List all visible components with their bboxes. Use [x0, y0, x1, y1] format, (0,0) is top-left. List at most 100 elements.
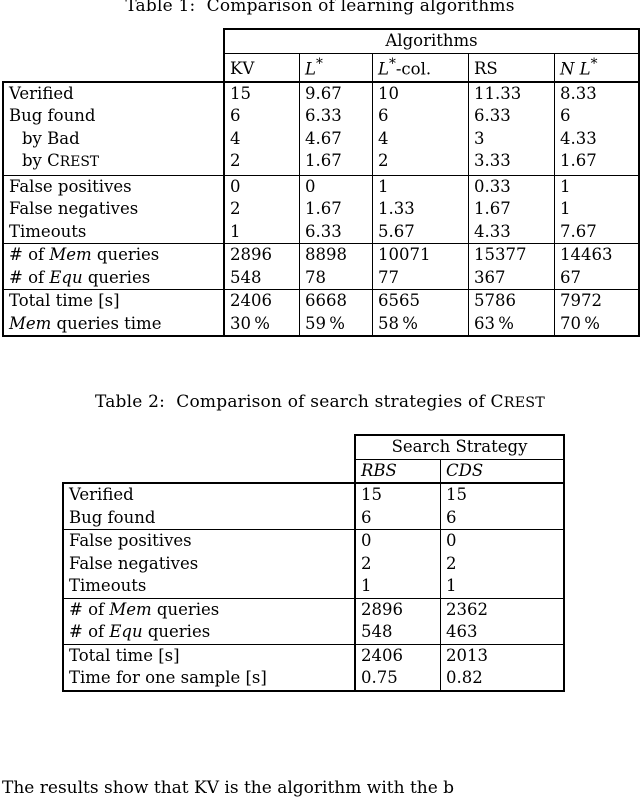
table-row: Timeouts 1 6.33 5.67 4.33 7.67 — [2, 220, 640, 244]
table1-row-label: by Bad — [2, 127, 224, 150]
table1-cell: 4 — [223, 127, 300, 150]
body-paragraph: The results show that KV is the algorith… — [2, 778, 638, 798]
table-row: Bug found 6 6.33 6 6.33 6 — [2, 105, 640, 128]
table-row: # of Mem queries 2896 8898 10071 15377 1… — [2, 243, 640, 267]
table-row: # of Equ queries 548 463 — [62, 621, 565, 644]
table1-group-header-row: Algorithms — [3, 28, 640, 53]
table1-cell: 15377 — [468, 243, 555, 267]
table1-cell: 4.33 — [468, 220, 555, 244]
table1-cell: 30 % — [223, 312, 300, 337]
table1-row-label: by CREST — [2, 150, 224, 175]
table1-cell: 78 — [299, 266, 373, 290]
table1-cell: 1.33 — [372, 198, 469, 221]
table1-cell: 70 % — [554, 312, 640, 337]
table2-cell: 0.75 — [354, 667, 441, 692]
table1-cell: 67 — [554, 266, 640, 290]
table1-col-lstarcol: L*-col. — [372, 52, 469, 82]
table-row: False positives 0 0 1 0.33 1 — [2, 174, 640, 198]
table1-cell: 2406 — [223, 289, 300, 313]
table1-cell: 15 — [223, 80, 300, 105]
table1-cell: 77 — [372, 266, 469, 290]
table2-row-label: # of Mem queries — [62, 597, 355, 621]
table1-cell: 0.33 — [468, 174, 555, 198]
table2-row-label: Bug found — [62, 506, 355, 530]
table-row: Verified 15 15 — [62, 482, 565, 507]
table-row: Verified 15 9.67 10 11.33 8.33 — [2, 80, 640, 105]
table2-cell: 0 — [440, 529, 565, 553]
table1-row-label: # of Equ queries — [2, 266, 224, 290]
table1-cell: 1.67 — [299, 150, 373, 175]
table1-cell: 59 % — [299, 312, 373, 337]
table1-cell: 6565 — [372, 289, 469, 313]
table1-cell: 2896 — [223, 243, 300, 267]
table1-cell: 1 — [223, 220, 300, 244]
table-row: Time for one sample [s] 0.75 0.82 — [62, 667, 565, 692]
table1-corner-cell — [3, 29, 224, 53]
body-paragraph-text: The results show that KV is the algorith… — [2, 778, 455, 798]
table2-row-label: # of Equ queries — [62, 621, 355, 644]
table2-cell: 6 — [440, 506, 565, 530]
table1-cell: 5786 — [468, 289, 555, 313]
table1-column-header-row: KV L* L*-col. RS N L* — [3, 52, 640, 82]
table2-cell: 15 — [354, 482, 441, 507]
table2-cell: 2896 — [354, 597, 441, 621]
table1-cell: 2 — [223, 198, 300, 221]
table2-row-label: Verified — [62, 482, 355, 507]
table1-row-label: Mem queries time — [2, 312, 224, 337]
table2-row-label: False positives — [62, 529, 355, 553]
table1-cell: 7972 — [554, 289, 640, 313]
table2-col-cds: CDS — [440, 458, 565, 483]
table2-cell: 0.82 — [440, 667, 565, 692]
table-row: # of Equ queries 548 78 77 367 67 — [2, 266, 640, 290]
table1-cell: 8898 — [299, 243, 373, 267]
table1-cell: 9.67 — [299, 80, 373, 105]
table1-cell: 8.33 — [554, 80, 640, 105]
table1-cell: 3 — [468, 127, 555, 150]
table1-cell: 1 — [554, 198, 640, 221]
table1-col-nlstar: N L* — [554, 52, 640, 82]
table1-col-lstar: L* — [299, 52, 373, 82]
table1-header-blank — [3, 53, 224, 82]
table1-cell: 4 — [372, 127, 469, 150]
table1-cell: 1.67 — [554, 150, 640, 175]
table-row: # of Mem queries 2896 2362 — [62, 597, 565, 621]
table1-cell: 58 % — [372, 312, 469, 337]
table1-row-label: False negatives — [2, 198, 224, 221]
table2-cell: 0 — [354, 529, 441, 553]
table2-cell: 1 — [354, 575, 441, 598]
table1-cell: 0 — [299, 174, 373, 198]
table1-cell: 6.33 — [299, 105, 373, 128]
table2-cell: 2406 — [354, 643, 441, 667]
table1-cell: 2 — [372, 150, 469, 175]
table2-group-header-search-strategy: Search Strategy — [354, 434, 565, 459]
table2-cell: 15 — [440, 482, 565, 507]
table1-col-kv: KV — [223, 52, 300, 82]
table1-col-rs: RS — [468, 52, 555, 82]
table1-cell: 4.67 — [299, 127, 373, 150]
table2-cell: 463 — [440, 621, 565, 644]
table-row: Total time [s] 2406 6668 6565 5786 7972 — [2, 289, 640, 313]
table2-cell: 2 — [440, 552, 565, 575]
table1-cell: 63 % — [468, 312, 555, 337]
table-row: False positives 0 0 — [62, 529, 565, 553]
table2-cell: 548 — [354, 621, 441, 644]
table2-corner-cell — [63, 435, 355, 459]
table1-cell: 2 — [223, 150, 300, 175]
table1-cell: 367 — [468, 266, 555, 290]
table-row: Mem queries time 30 % 59 % 58 % 63 % 70 … — [2, 312, 640, 337]
table-row: by Bad 4 4.67 4 3 4.33 — [2, 127, 640, 150]
table1-caption: Table 1: Comparison of learning algorith… — [0, 0, 640, 16]
table2-caption-text: Table 2: Comparison of search strategies… — [95, 392, 545, 412]
table-row: Timeouts 1 1 — [62, 575, 565, 598]
table2-cell: 1 — [440, 575, 565, 598]
table1-cell: 6.33 — [468, 105, 555, 128]
table1-cell: 6 — [223, 105, 300, 128]
table-row: False negatives 2 1.67 1.33 1.67 1 — [2, 198, 640, 221]
table1-cell: 0 — [223, 174, 300, 198]
table1-cell: 5.67 — [372, 220, 469, 244]
table-row: by CREST 2 1.67 2 3.33 1.67 — [2, 150, 640, 175]
table1-cell: 10071 — [372, 243, 469, 267]
table2-row-label: Timeouts — [62, 575, 355, 598]
table1-cell: 7.67 — [554, 220, 640, 244]
table2-row-label: Total time [s] — [62, 643, 355, 667]
